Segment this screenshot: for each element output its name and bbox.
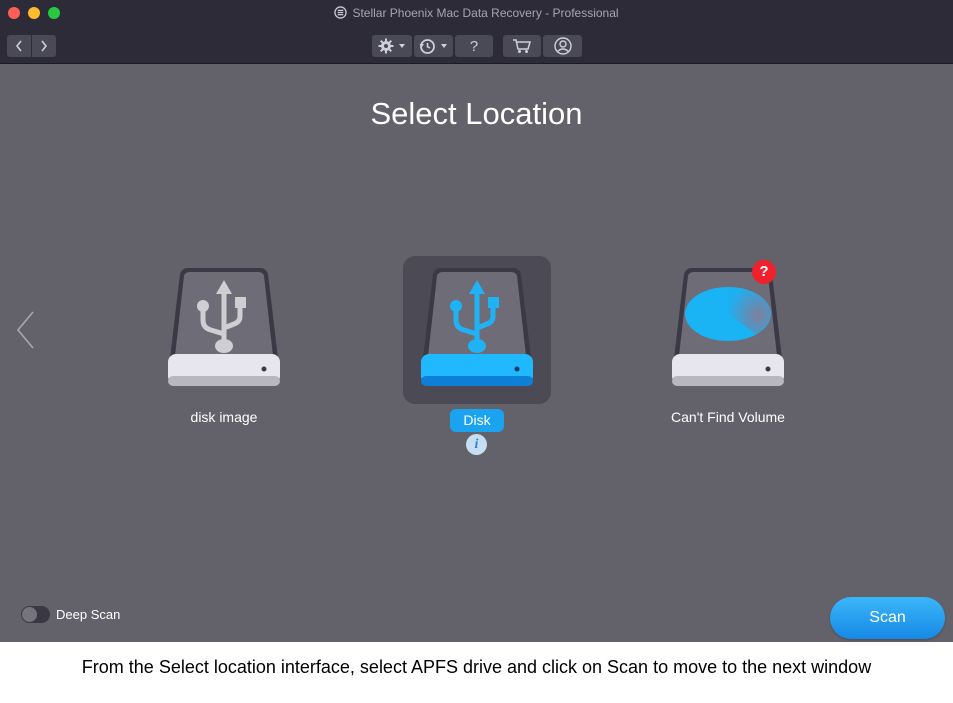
cart-icon <box>513 39 531 53</box>
deep-scan-toggle-group: Deep Scan <box>21 606 120 623</box>
drive-label: Can't Find Volume <box>671 409 785 425</box>
caption-text: From the Select location interface, sele… <box>81 657 872 677</box>
window-title: Stellar Phoenix Mac Data Recovery - Prof… <box>352 6 619 20</box>
usb-drive-icon <box>421 268 533 386</box>
help-button[interactable]: ? <box>455 35 493 57</box>
forward-button[interactable] <box>32 35 56 57</box>
chevron-right-icon <box>41 40 48 52</box>
app-window: Stellar Phoenix Mac Data Recovery - Prof… <box>0 0 953 642</box>
warning-badge: ? <box>752 260 776 284</box>
drive-label: disk image <box>190 409 258 425</box>
info-icon[interactable]: i <box>466 434 487 455</box>
page-title: Select Location <box>370 96 583 131</box>
account-button[interactable] <box>543 35 582 57</box>
window-title-area: Stellar Phoenix Mac Data Recovery - Prof… <box>0 6 953 20</box>
history-menu-button[interactable] <box>414 35 453 57</box>
drive-label-selected: Disk <box>343 409 611 432</box>
chevron-left-icon <box>15 40 22 52</box>
user-icon <box>553 37 572 55</box>
drive-tile-selected <box>403 256 551 404</box>
chevron-left-icon[interactable] <box>14 310 36 350</box>
dropdown-arrow-icon <box>398 44 405 48</box>
app-logo-icon <box>334 6 348 19</box>
drive-option-disk-image[interactable]: disk image <box>150 256 298 425</box>
history-clock-icon <box>419 38 435 54</box>
toggle-knob <box>22 607 37 622</box>
drive-tile <box>150 256 298 404</box>
title-bar: Stellar Phoenix Mac Data Recovery - Prof… <box>0 0 953 64</box>
back-button[interactable] <box>7 35 31 57</box>
gear-icon <box>378 38 393 54</box>
dropdown-arrow-icon <box>440 44 447 48</box>
drive-tile: ? <box>654 256 802 404</box>
settings-menu-button[interactable] <box>372 35 412 57</box>
usb-drive-icon <box>168 268 280 386</box>
deep-scan-label: Deep Scan <box>56 607 121 622</box>
pie-drive-icon <box>672 268 784 386</box>
drive-option-cant-find-volume[interactable]: ? Can't Find Volume <box>654 256 802 425</box>
deep-scan-toggle[interactable] <box>21 606 50 623</box>
scan-button[interactable]: Scan <box>830 597 945 639</box>
cart-button[interactable] <box>503 35 541 57</box>
drive-option-disk[interactable]: Disk <box>403 256 551 432</box>
